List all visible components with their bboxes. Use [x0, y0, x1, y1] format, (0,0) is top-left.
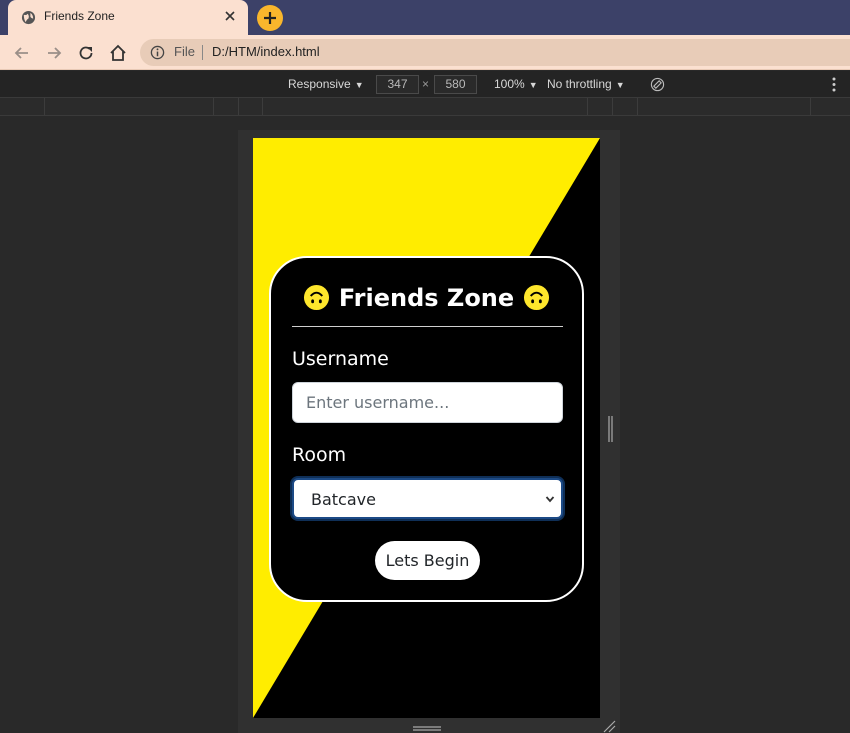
kebab-menu-icon[interactable]: [832, 77, 836, 92]
title-divider: [292, 326, 563, 327]
media-query-segment[interactable]: [637, 98, 638, 115]
home-icon[interactable]: [108, 43, 128, 63]
room-selected-value: Batcave: [311, 490, 376, 509]
device-mode-label: Responsive: [288, 77, 351, 91]
media-query-segment[interactable]: [238, 98, 239, 115]
throttling-dropdown[interactable]: No throttling ▼: [547, 77, 625, 91]
room-label: Room: [292, 444, 347, 466]
media-query-segment[interactable]: [810, 98, 811, 115]
page-title: Friends Zone: [271, 284, 582, 312]
resize-handle-right[interactable]: [607, 416, 614, 442]
username-input[interactable]: Enter username...: [292, 382, 563, 423]
caret-down-icon: ▼: [528, 80, 538, 90]
throttling-label: No throttling: [547, 77, 612, 91]
back-arrow-icon[interactable]: [12, 43, 32, 63]
browser-toolbar: File D:/HTM/index.html: [0, 35, 850, 70]
lets-begin-button[interactable]: Lets Begin: [375, 541, 480, 580]
height-input[interactable]: 580: [434, 75, 477, 94]
reload-icon[interactable]: [76, 43, 96, 63]
page-viewport: Friends Zone Username Enter username... …: [253, 138, 600, 718]
url-scheme: File: [174, 44, 195, 59]
url-divider: [202, 45, 203, 60]
chevron-down-icon: [545, 496, 555, 503]
address-bar[interactable]: File D:/HTM/index.html: [140, 39, 850, 66]
media-query-segment[interactable]: [587, 98, 588, 115]
resize-handle-corner[interactable]: [602, 720, 616, 733]
width-input[interactable]: 347: [376, 75, 419, 94]
globe-icon: [21, 10, 36, 25]
join-card: Friends Zone Username Enter username... …: [269, 256, 584, 602]
new-tab-button[interactable]: [257, 5, 283, 31]
upside-down-face-icon: [304, 284, 330, 311]
plus-icon: [264, 12, 276, 24]
tab-title: Friends Zone: [44, 9, 115, 23]
media-query-bar[interactable]: [0, 98, 850, 116]
resize-handle-bottom[interactable]: [413, 725, 441, 732]
tab-strip: Friends Zone: [0, 0, 850, 35]
caret-down-icon: ▼: [615, 80, 625, 90]
media-query-segment[interactable]: [213, 98, 214, 115]
dimension-separator: ×: [422, 77, 430, 91]
url-text[interactable]: D:/HTM/index.html: [212, 44, 320, 59]
info-icon[interactable]: [150, 45, 165, 60]
close-icon[interactable]: [222, 8, 238, 24]
device-mode-dropdown[interactable]: Responsive ▼: [288, 77, 364, 91]
username-label: Username: [292, 348, 389, 370]
media-query-segment[interactable]: [612, 98, 613, 115]
caret-down-icon: ▼: [354, 80, 364, 90]
zoom-dropdown[interactable]: 100% ▼: [494, 77, 538, 91]
media-query-segment[interactable]: [262, 98, 263, 115]
title-text: Friends Zone: [338, 284, 515, 312]
media-query-segment[interactable]: [44, 98, 45, 115]
forward-arrow-icon[interactable]: [44, 43, 64, 63]
room-select[interactable]: Batcave: [292, 478, 563, 519]
browser-tab[interactable]: Friends Zone: [8, 0, 248, 35]
device-toolbar: Responsive ▼ 347 × 580 100% ▼ No throttlin…: [0, 71, 850, 98]
zoom-label: 100%: [494, 77, 525, 91]
upside-down-face-icon: [523, 284, 549, 311]
rotate-icon[interactable]: [650, 77, 665, 92]
